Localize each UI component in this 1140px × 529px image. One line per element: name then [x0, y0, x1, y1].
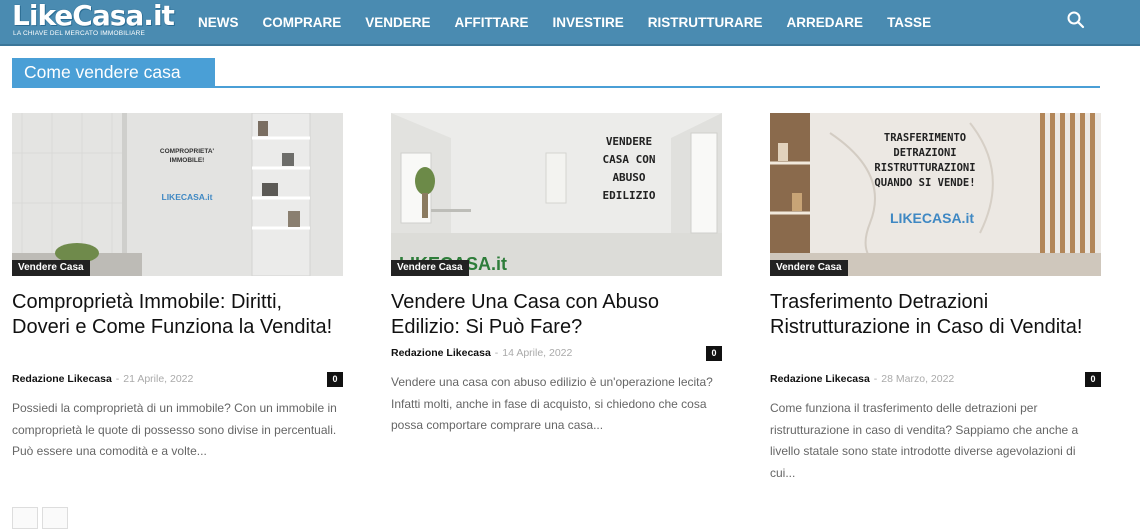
meta-separator: -	[494, 347, 499, 359]
top-navigation-bar: LikeCasa.it LA CHIAVE DEL MERCATO IMMOBI…	[0, 0, 1140, 46]
article-excerpt: Possiedi la comproprietà di un immobile?…	[12, 401, 337, 458]
logo-tagline: LA CHIAVE DEL MERCATO IMMOBILIARE	[13, 30, 146, 37]
article-author[interactable]: Redazione Likecasa	[391, 347, 491, 359]
article-excerpt: Vendere una casa con abuso edilizio è un…	[391, 375, 713, 432]
comment-count[interactable]: 0	[1085, 372, 1101, 387]
category-badge[interactable]: Vendere Casa	[770, 260, 848, 276]
thumbnail-image-comproprieta: COMPROPRIETA' IMMOBILE! LIKECASA.it	[12, 113, 343, 276]
article-title[interactable]: Vendere Una Casa con Abuso Edilizio: Si …	[391, 290, 722, 340]
thumbnail-brand: LIKECASA.it	[890, 210, 974, 226]
thumbnail-text-line: VENDERE	[606, 135, 652, 148]
article-thumbnail[interactable]: VENDERE CASA CON ABUSO EDILIZIO LIKECASA…	[391, 113, 722, 276]
thumbnail-text-line: IMMOBILE!	[170, 157, 205, 164]
category-badge[interactable]: Vendere Casa	[391, 260, 469, 276]
article-date: 21 Aprile, 2022	[123, 373, 194, 385]
nav-ristrutturare[interactable]: RISTRUTTURARE	[648, 15, 763, 30]
logo-text: LikeCasa.it	[12, 0, 175, 32]
thumbnail-text-line: COMPROPRIETA'	[160, 148, 215, 155]
category-badge[interactable]: Vendere Casa	[12, 260, 90, 276]
meta-separator: -	[873, 373, 878, 385]
comment-count[interactable]: 0	[706, 346, 722, 361]
thumbnail-text-line: RISTRUTTURAZIONI	[874, 162, 975, 174]
thumbnail-image-detrazioni: TRASFERIMENTO DETRAZIONI RISTRUTTURAZION…	[770, 113, 1101, 276]
nav-comprare[interactable]: COMPRARE	[263, 15, 342, 30]
meta-separator: -	[115, 373, 120, 385]
nav-arredare[interactable]: ARREDARE	[787, 15, 864, 30]
thumbnail-text-line: ABUSO	[612, 171, 645, 184]
thumbnail-text-line: EDILIZIO	[603, 189, 656, 202]
article-thumbnail[interactable]: COMPROPRIETA' IMMOBILE! LIKECASA.it Vend…	[12, 113, 343, 276]
section-header: Come vendere casa	[12, 58, 1100, 88]
article-meta: Redazione Likecasa -28 Marzo, 2022 0	[770, 372, 1101, 387]
thumbnail-text-line: DETRAZIONI	[893, 147, 956, 159]
article-author[interactable]: Redazione Likecasa	[770, 373, 870, 385]
article-meta: Redazione Likecasa -21 Aprile, 2022 0	[12, 372, 343, 387]
nav-affittare[interactable]: AFFITTARE	[455, 15, 529, 30]
main-menu: NEWS COMPRARE VENDERE AFFITTARE INVESTIR…	[198, 0, 955, 44]
thumbnail-text-line: TRASFERIMENTO	[884, 132, 966, 144]
thumbnail-brand: LIKECASA.it	[162, 192, 213, 202]
nav-investire[interactable]: INVESTIRE	[553, 15, 624, 30]
article-title[interactable]: Trasferimento Detrazioni Ristrutturazion…	[770, 290, 1101, 340]
article-excerpt: Come funziona il trasferimento delle det…	[770, 401, 1079, 480]
nav-tasse[interactable]: TASSE	[887, 15, 931, 30]
article-meta: Redazione Likecasa -14 Aprile, 2022 0	[391, 346, 722, 361]
thumbnail-image-abuso-edilizio: VENDERE CASA CON ABUSO EDILIZIO LIKECASA…	[391, 113, 722, 276]
section-title: Come vendere casa	[12, 58, 215, 86]
comment-count[interactable]: 0	[327, 372, 343, 387]
article-date: 28 Marzo, 2022	[881, 373, 955, 385]
article-thumbnail[interactable]: TRASFERIMENTO DETRAZIONI RISTRUTTURAZION…	[770, 113, 1101, 276]
nav-vendere[interactable]: VENDERE	[365, 15, 430, 30]
search-icon[interactable]	[1066, 10, 1086, 30]
article-title[interactable]: Comproprietà Immobile: Diritti, Doveri e…	[12, 290, 343, 340]
prev-page-button[interactable]	[12, 507, 38, 529]
article-author[interactable]: Redazione Likecasa	[12, 373, 112, 385]
article-date: 14 Aprile, 2022	[502, 347, 573, 359]
nav-news[interactable]: NEWS	[198, 15, 239, 30]
thumbnail-text-line: QUANDO SI VENDE!	[874, 177, 975, 189]
thumbnail-text-line: CASA CON	[603, 153, 656, 166]
site-logo[interactable]: LikeCasa.it LA CHIAVE DEL MERCATO IMMOBI…	[12, 0, 177, 39]
next-page-button[interactable]	[42, 507, 68, 529]
